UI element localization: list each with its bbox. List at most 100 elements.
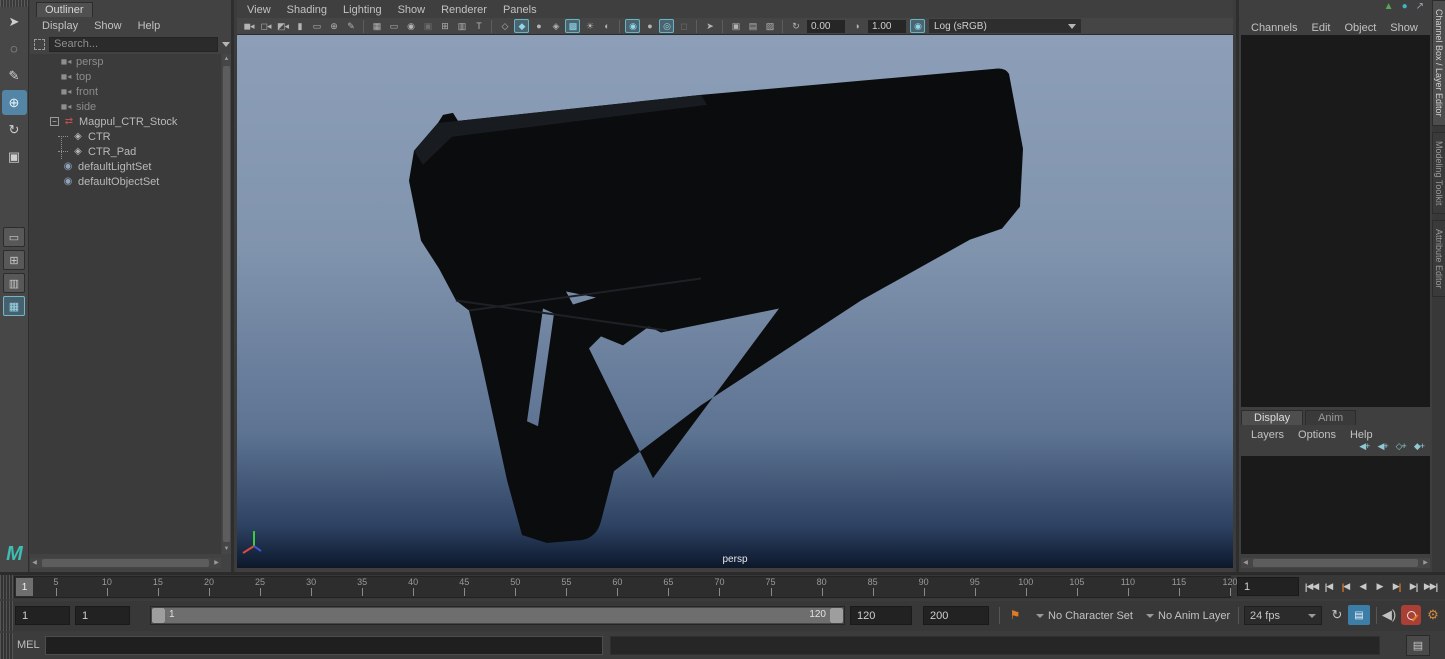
rotate-tool[interactable]: ↻ (2, 117, 27, 142)
bookmark-flag-icon[interactable]: ⚑ (1006, 605, 1024, 625)
safe-title-icon[interactable]: T (471, 19, 486, 33)
menu-view[interactable]: View (247, 4, 271, 16)
scrollbar-thumb[interactable] (42, 559, 209, 567)
side-tab-modeling-toolkit[interactable]: Modeling Toolkit (1432, 132, 1445, 214)
wireframe-on-shaded-icon[interactable]: ◈ (548, 19, 563, 33)
menu-panels[interactable]: Panels (503, 4, 537, 16)
step-back-key-button[interactable]: |◀ (1337, 576, 1354, 597)
shadows-icon[interactable]: ◐ (599, 19, 614, 33)
scroll-left-icon[interactable]: ◀ (30, 558, 39, 568)
collapse-icon[interactable]: − (50, 117, 59, 126)
scrollbar-thumb[interactable] (1253, 559, 1418, 567)
scroll-right-icon[interactable]: ▶ (212, 558, 221, 568)
outliner-panel-tab[interactable]: Outliner (36, 2, 93, 17)
multi-snapshot-icon[interactable]: ▤ (745, 19, 760, 33)
range-slider-grip[interactable] (0, 601, 13, 631)
animation-start-field[interactable]: 1 (15, 606, 70, 625)
create-empty-layer-icon[interactable]: ◇+ (1396, 441, 1406, 452)
film-gate-icon[interactable]: ▭ (386, 19, 401, 33)
menu-show[interactable]: Show (94, 20, 122, 32)
outliner-item-defaultLightSet[interactable]: ◉defaultLightSet (30, 159, 221, 174)
command-language-toggle[interactable]: MEL (17, 639, 40, 651)
image-plane-icon[interactable]: ▭ (309, 19, 324, 33)
script-editor-button[interactable]: ▤ (1406, 635, 1430, 656)
camera-settings-icon[interactable]: ◩◂ (275, 19, 290, 33)
scroll-up-icon[interactable]: ▲ (222, 54, 231, 64)
go-to-start-button[interactable]: |◀◀ (1303, 576, 1320, 597)
playback-start-field[interactable]: 1 (75, 606, 130, 625)
motion-blur-icon[interactable]: ● (642, 19, 657, 33)
layer-horizontal-scrollbar[interactable]: ◀ ▶ (1241, 558, 1430, 568)
outliner-item-CTR[interactable]: ◈CTR (30, 129, 221, 144)
two-pane-layout[interactable]: ▥ (3, 273, 25, 293)
use-lights-icon[interactable]: ☀ (582, 19, 597, 33)
menu-options[interactable]: Options (1298, 429, 1336, 441)
side-tab-channel-box-layer-editor[interactable]: Channel Box / Layer Editor (1432, 0, 1445, 126)
outliner-item-CTR_Pad[interactable]: ◈CTR_Pad (30, 144, 221, 159)
menu-channels[interactable]: Channels (1251, 22, 1297, 34)
flat-shade-icon[interactable]: ● (531, 19, 546, 33)
exposure-field[interactable]: 0.00 (807, 20, 845, 33)
menu-renderer[interactable]: Renderer (441, 4, 487, 16)
play-backwards-button[interactable]: ◀ (1354, 576, 1371, 597)
viewport-canvas[interactable]: persp (237, 35, 1233, 568)
animation-preferences-icon[interactable]: ⚙ (1424, 605, 1442, 625)
move-layer-up-icon[interactable]: ◀+ (1359, 441, 1369, 452)
menu-show[interactable]: Show (1390, 22, 1418, 34)
animation-end-field[interactable]: 200 (923, 606, 989, 625)
search-dropdown-icon[interactable] (222, 42, 230, 47)
menu-lighting[interactable]: Lighting (343, 4, 382, 16)
shaded-icon[interactable]: ◆ (514, 19, 529, 33)
range-slider-bar[interactable] (165, 608, 830, 623)
create-layer-from-selected-icon[interactable]: ◆+ (1414, 441, 1424, 452)
menu-display[interactable]: Display (42, 20, 78, 32)
scale-tool[interactable]: ▣ (2, 144, 27, 169)
anim-layer-select[interactable]: No Anim Layer (1146, 606, 1230, 625)
character-set-select[interactable]: No Character Set (1036, 606, 1133, 625)
curve-graph-icon[interactable]: ↗ (1416, 1, 1424, 12)
outliner-item-persp[interactable]: ◼◂persp (30, 54, 221, 69)
move-layer-down-icon[interactable]: ◀+ (1377, 441, 1387, 452)
menu-help[interactable]: Help (138, 20, 161, 32)
view-transform-select[interactable]: Log (sRGB) (929, 19, 1081, 33)
fps-select[interactable]: 24 fps (1244, 606, 1322, 625)
hud-gauge-icon[interactable]: ● (1402, 1, 1408, 12)
mute-audio-icon[interactable]: ◀) (1380, 605, 1398, 625)
search-input[interactable]: Search... (49, 37, 218, 52)
range-slider[interactable]: 1 120 (150, 606, 845, 625)
layer-list[interactable] (1241, 456, 1430, 554)
tab-display[interactable]: Display (1241, 410, 1303, 425)
menu-layers[interactable]: Layers (1251, 429, 1284, 441)
safe-action-icon[interactable]: ▥ (454, 19, 469, 33)
time-slider-grip[interactable] (0, 575, 13, 599)
lasso-select-tool[interactable]: ◌ (2, 36, 27, 61)
occlusion-icon[interactable]: ◉ (625, 19, 640, 33)
scrollbar-thumb[interactable] (223, 66, 230, 542)
timeline-playhead[interactable]: 1 (16, 578, 33, 596)
toolbox-grip[interactable] (0, 0, 28, 7)
move-tool[interactable]: ⊕ (2, 90, 27, 115)
xray-icon[interactable]: ▨ (762, 19, 777, 33)
select-tool[interactable]: ➤ (2, 9, 27, 34)
scroll-right-icon[interactable]: ▶ (1421, 558, 1430, 568)
step-back-frame-button[interactable]: |◀ (1320, 576, 1337, 597)
menu-help[interactable]: Help (1350, 429, 1373, 441)
filter-icon[interactable] (34, 39, 45, 50)
anti-alias-icon[interactable]: ◎ (659, 19, 674, 33)
side-tab-attribute-editor[interactable]: Attribute Editor (1432, 220, 1445, 298)
gamma-icon[interactable]: ◑ (849, 19, 864, 33)
auto-keyframe-button[interactable] (1401, 605, 1421, 625)
playback-options-button[interactable]: ▤ (1348, 605, 1370, 625)
range-start-handle[interactable] (152, 608, 165, 623)
gate-mask-icon[interactable]: ▣ (420, 19, 435, 33)
step-forward-frame-button[interactable]: ▶| (1405, 576, 1422, 597)
outliner-item-side[interactable]: ◼◂side (30, 99, 221, 114)
outliner-horizontal-scrollbar[interactable]: ◀ ▶ (30, 558, 221, 568)
step-forward-key-button[interactable]: ▶| (1388, 576, 1405, 597)
snapshot-icon[interactable]: ▣ (728, 19, 743, 33)
character-controls-icon[interactable]: ▲ (1384, 1, 1394, 12)
loop-playback-icon[interactable]: ↻ (1328, 605, 1346, 625)
single-pane-layout[interactable]: ▭ (3, 227, 25, 247)
camera-icon[interactable]: ◼◂ (241, 19, 256, 33)
resolution-gate-icon[interactable]: ◉ (403, 19, 418, 33)
